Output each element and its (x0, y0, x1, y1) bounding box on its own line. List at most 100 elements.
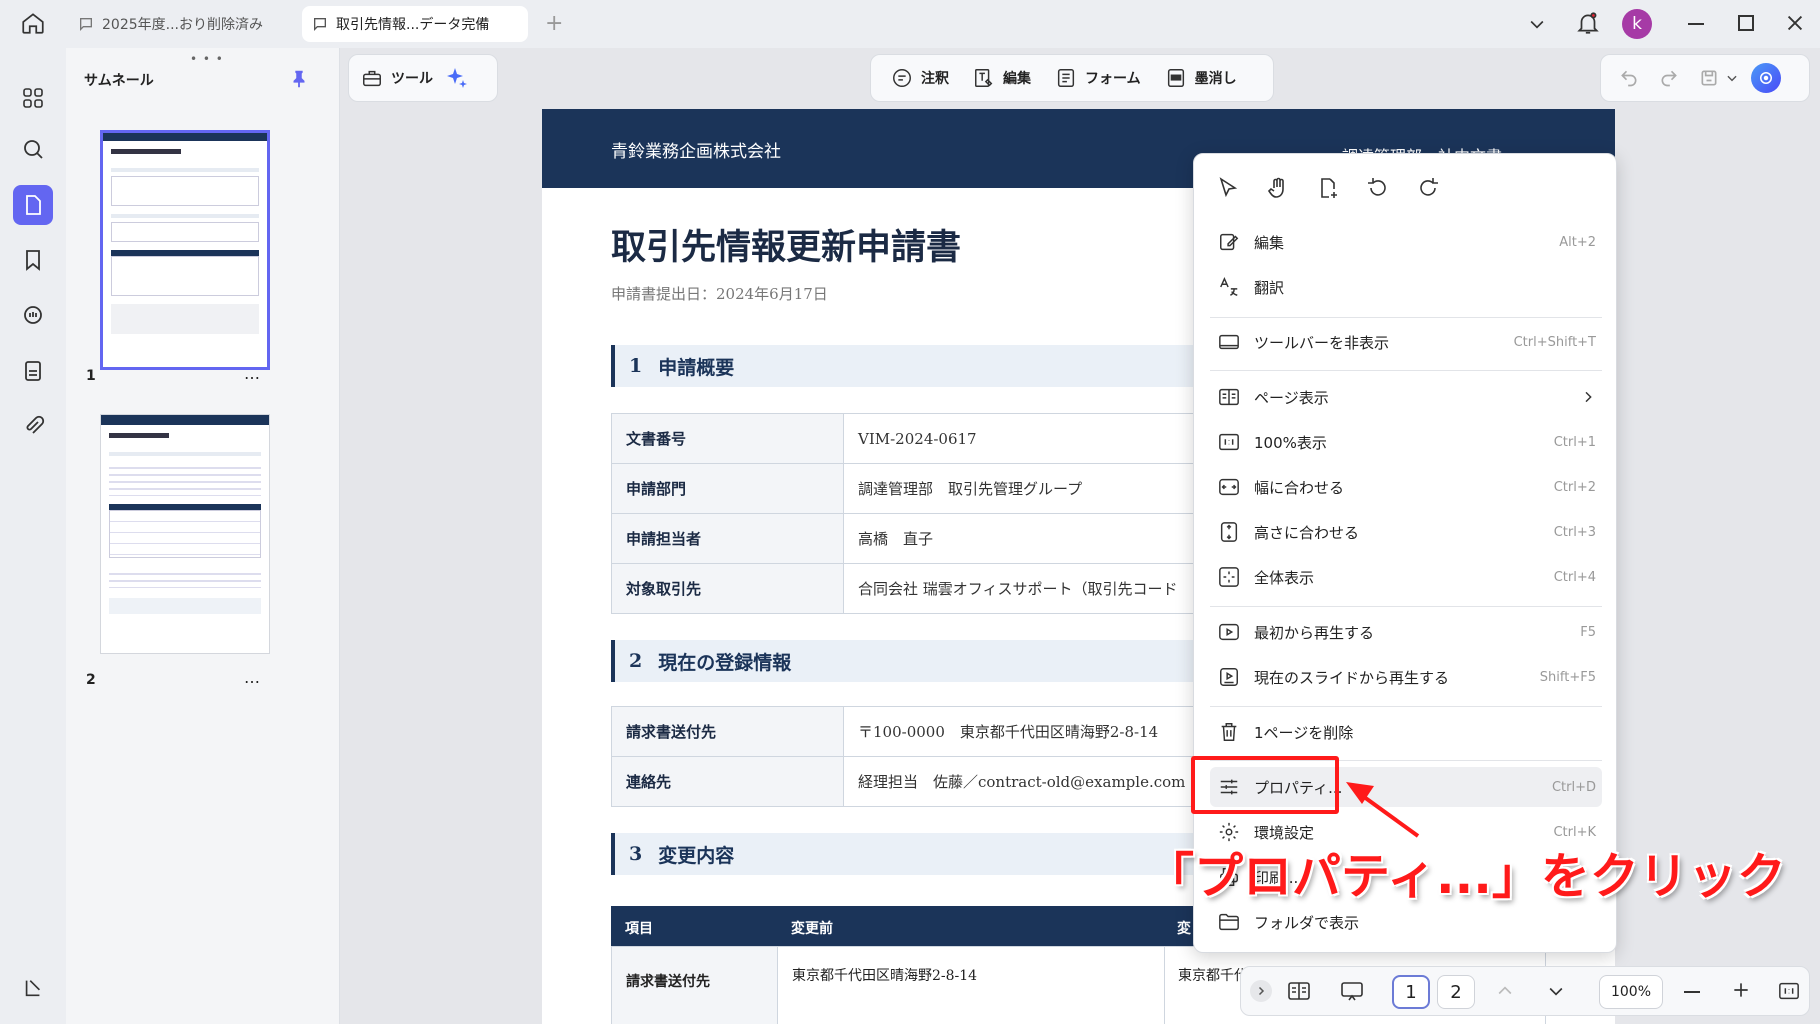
maximize-icon[interactable] (1738, 15, 1754, 31)
page-button-1[interactable]: 1 (1392, 975, 1430, 1009)
menu-item-shortcut: Ctrl+D (1551, 779, 1596, 795)
section-number: 2 (629, 650, 643, 672)
section-label: 申請概要 (658, 356, 735, 379)
play-icon (1216, 619, 1242, 645)
chevron-down-icon[interactable] (1546, 981, 1566, 1001)
row-label: 申請担当者 (611, 513, 844, 564)
attachment-doc-icon[interactable] (13, 351, 53, 391)
panel-toggle-icon[interactable] (13, 968, 53, 1008)
rotate-left-icon[interactable] (1366, 176, 1390, 200)
row-label: 文書番号 (611, 413, 844, 464)
menu-item-play-from-start[interactable]: 最初から再生する F5 (1210, 612, 1602, 652)
menu-item-shortcut: F5 (1580, 624, 1596, 640)
menu-item-delete-page[interactable]: 1ページを削除 (1210, 712, 1602, 752)
menu-item-play-from-current[interactable]: 現在のスライドから再生する Shift+F5 (1210, 657, 1602, 697)
panel-resize-handle[interactable]: • • • (190, 52, 224, 66)
grid-icon[interactable] (13, 78, 53, 118)
menu-item-shortcut: Ctrl+1 (1553, 434, 1596, 450)
edit-text-icon (973, 67, 995, 89)
presentation-icon[interactable] (1338, 979, 1366, 1003)
menu-item-edit[interactable]: 編集 Alt+2 (1210, 222, 1602, 262)
menu-item-label: 翻訳 (1254, 278, 1285, 297)
add-page-icon[interactable] (1316, 176, 1340, 200)
page-button-2[interactable]: 2 (1437, 975, 1475, 1009)
tab-document-1[interactable]: 2025年度...おり削除済み (68, 6, 296, 42)
zoom-out-icon[interactable] (1684, 991, 1700, 993)
avatar[interactable]: k (1622, 9, 1652, 39)
zoom-in-icon[interactable] (1731, 980, 1751, 1000)
redact-button[interactable]: 墨消し (1153, 58, 1249, 98)
zoom-level[interactable]: 100% (1599, 975, 1663, 1009)
hand-icon[interactable] (1266, 176, 1290, 200)
page-layout-icon[interactable] (1286, 979, 1312, 1003)
tab-label: 取引先情報...データ完備 (336, 17, 490, 33)
expand-icon[interactable] (1250, 980, 1272, 1002)
comment-list-icon[interactable] (13, 296, 53, 336)
annotate-button[interactable]: 注釈 (879, 58, 961, 98)
menu-item-fit-height[interactable]: 高さに合わせる Ctrl+3 (1210, 512, 1602, 552)
redo-icon[interactable] (1659, 68, 1679, 88)
menu-item-shortcut: Shift+F5 (1539, 669, 1596, 685)
menu-item-label: ツールバーを非表示 (1254, 333, 1390, 352)
menu-item-actual-size[interactable]: 100%表示 Ctrl+1 (1210, 422, 1602, 462)
tab-document-2[interactable]: 取引先情報...データ完備 (302, 6, 528, 42)
form-button[interactable]: フォーム (1043, 58, 1153, 98)
instruction-callout: 「プロパティ...」をクリック (1145, 848, 1786, 905)
col-after: 変 (1177, 921, 1191, 937)
thumbnail-panel: • • • サムネール 1 … 2 … (66, 48, 340, 1024)
comment-icon (78, 16, 94, 32)
pin-icon[interactable] (288, 68, 310, 90)
fit-height-icon (1216, 519, 1242, 545)
fit-width-icon (1216, 474, 1242, 500)
menu-separator (1210, 706, 1602, 707)
menu-item-translate[interactable]: 翻訳 (1210, 267, 1602, 307)
menu-item-fit-page[interactable]: 全体表示 Ctrl+4 (1210, 557, 1602, 597)
main-toolbar: 注釈 編集 フォーム 墨消し (870, 54, 1274, 102)
col-before: 変更前 (791, 921, 833, 937)
chevron-down-icon[interactable] (1527, 14, 1547, 34)
actual-size-icon[interactable] (1777, 980, 1801, 1002)
submission-date: 申請書提出日：2024年6月17日 (611, 285, 828, 303)
toolbar-icon (1216, 329, 1242, 355)
section-label: 変更内容 (658, 844, 735, 867)
menu-separator (1210, 606, 1602, 607)
minimize-icon[interactable] (1688, 23, 1704, 25)
menu-item-page-display[interactable]: ページ表示 (1210, 377, 1602, 417)
edit-icon (1216, 229, 1242, 255)
annotation-arrow (1346, 782, 1420, 838)
more-icon[interactable]: … (244, 364, 260, 383)
menu-item-show-in-folder[interactable]: フォルダで表示 (1210, 902, 1602, 942)
more-icon[interactable]: … (244, 668, 260, 687)
new-tab-icon[interactable]: + (545, 13, 563, 35)
undo-icon[interactable] (1619, 68, 1639, 88)
tools-button[interactable]: ツール (349, 58, 445, 98)
ai-assistant-icon[interactable] (1751, 63, 1781, 93)
select-cursor-icon[interactable] (1216, 176, 1240, 200)
page-thumbnail-1[interactable] (100, 130, 270, 370)
highlight-box (1191, 756, 1339, 814)
ai-sparkle-icon[interactable] (445, 66, 469, 90)
search-icon[interactable] (13, 129, 53, 169)
menu-separator (1210, 317, 1602, 318)
page-thumbnail-2[interactable] (100, 414, 270, 654)
redact-label: 墨消し (1194, 71, 1237, 87)
bookmark-icon[interactable] (13, 240, 53, 280)
menu-item-shortcut: Ctrl+2 (1553, 479, 1596, 495)
save-icon[interactable] (1699, 68, 1719, 88)
chevron-down-icon[interactable] (1725, 71, 1739, 85)
menu-item-label: 現在のスライドから再生する (1254, 668, 1450, 687)
chevron-up-icon[interactable] (1495, 981, 1515, 1001)
menu-item-label: 最初から再生する (1254, 623, 1375, 642)
bell-icon[interactable] (1575, 10, 1601, 36)
menu-item-hide-toolbar[interactable]: ツールバーを非表示 Ctrl+Shift+T (1210, 322, 1602, 362)
row-label: 対象取引先 (611, 563, 844, 614)
paperclip-icon[interactable] (13, 406, 53, 446)
section-label: 現在の登録情報 (658, 651, 792, 674)
menu-item-fit-width[interactable]: 幅に合わせる Ctrl+2 (1210, 467, 1602, 507)
close-icon[interactable] (1784, 12, 1806, 34)
edit-button[interactable]: 編集 (961, 58, 1043, 98)
home-icon[interactable] (20, 10, 46, 36)
rotate-right-icon[interactable] (1416, 176, 1440, 200)
page-icon[interactable] (13, 185, 53, 225)
section-number: 1 (629, 355, 643, 377)
